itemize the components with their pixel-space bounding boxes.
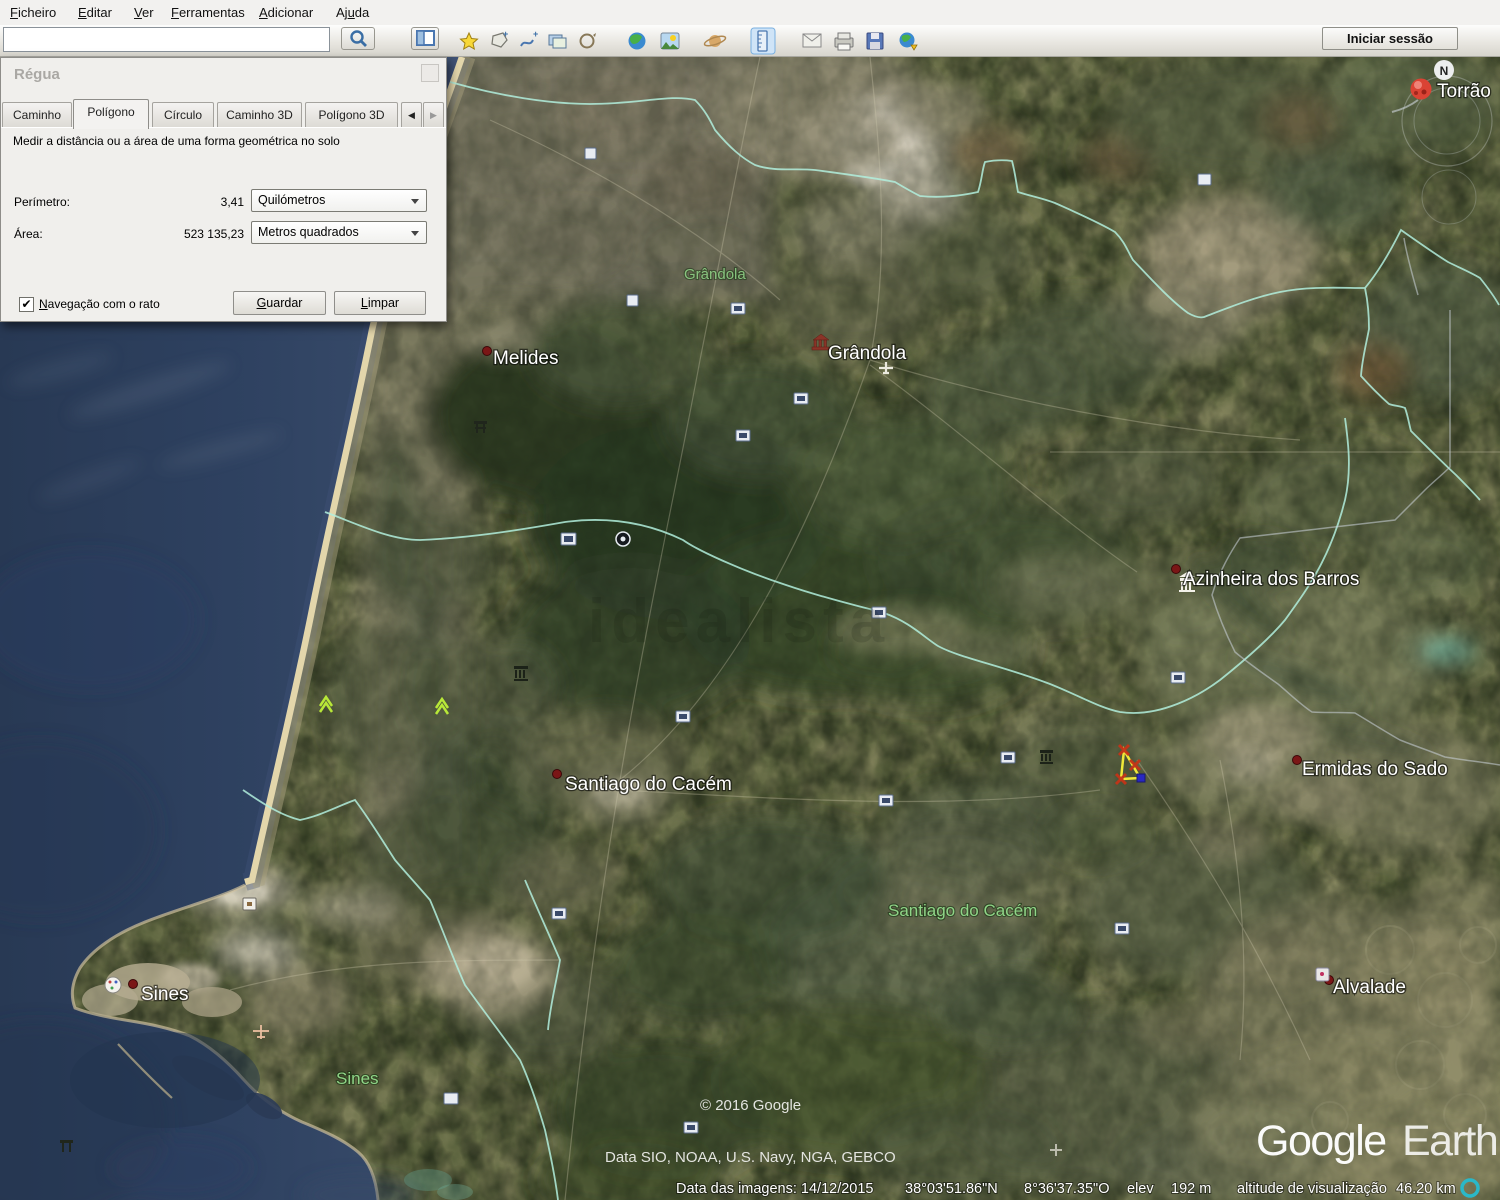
svg-text:Melides: Melides xyxy=(493,348,558,369)
svg-text:Ermidas do Sado: Ermidas do Sado xyxy=(1302,759,1448,780)
svg-text:altitude de visualização: altitude de visualização xyxy=(1237,1181,1387,1197)
svg-text:Azinheira dos Barros: Azinheira dos Barros xyxy=(1183,569,1359,590)
svg-text:elev: elev xyxy=(1127,1181,1154,1197)
svg-text:Torrão: Torrão xyxy=(1437,81,1491,102)
svg-text:Alvalade: Alvalade xyxy=(1333,977,1406,998)
svg-text:Grândola: Grândola xyxy=(828,343,907,364)
svg-text:38°03'51.86"N: 38°03'51.86"N xyxy=(905,1181,998,1197)
svg-text:8°36'37.35"O: 8°36'37.35"O xyxy=(1024,1181,1109,1197)
svg-text:+: + xyxy=(533,29,538,39)
svg-text:46.20 km: 46.20 km xyxy=(1396,1181,1456,1197)
svg-text:Earth: Earth xyxy=(1402,1117,1497,1165)
svg-text:Sines: Sines xyxy=(141,984,189,1005)
svg-text:192 m: 192 m xyxy=(1171,1181,1211,1197)
svg-text:Santiago do Cacém: Santiago do Cacém xyxy=(888,901,1037,920)
svg-text:Sines: Sines xyxy=(336,1069,379,1088)
svg-text:idealista: idealista xyxy=(588,587,890,656)
svg-text:N: N xyxy=(1440,64,1449,78)
svg-text:Data das imagens: 14/12/2015: Data das imagens: 14/12/2015 xyxy=(676,1181,874,1197)
svg-text:Grândola: Grândola xyxy=(684,266,746,283)
svg-text:© 2016 Google: © 2016 Google xyxy=(700,1097,801,1114)
svg-text:Google: Google xyxy=(1256,1117,1386,1165)
svg-text:+: + xyxy=(503,29,508,39)
svg-text:Data SIO, NOAA, U.S. Navy, NGA: Data SIO, NOAA, U.S. Navy, NGA, GEBCO xyxy=(605,1149,896,1166)
svg-text:Santiago do Cacém: Santiago do Cacém xyxy=(565,774,732,795)
